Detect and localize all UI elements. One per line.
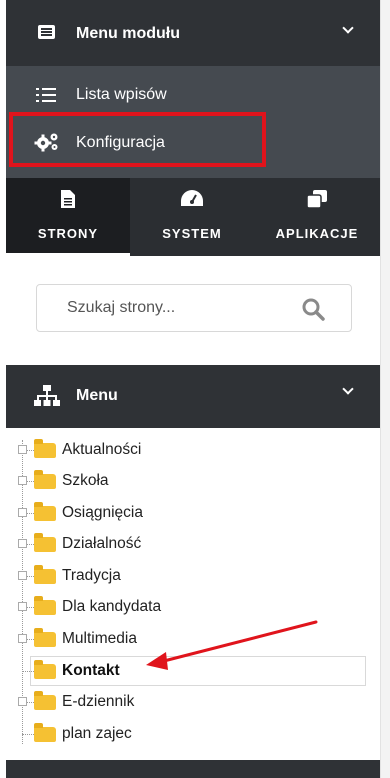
list-icon bbox=[36, 88, 56, 102]
folder-icon bbox=[34, 502, 56, 521]
folder-icon bbox=[34, 628, 56, 647]
menu-header[interactable]: Menu bbox=[6, 365, 380, 428]
tree-item-kontakt[interactable]: Kontakt bbox=[16, 656, 366, 686]
search-placeholder: Szukaj strony... bbox=[67, 299, 176, 316]
menu-tree: Aktualności Szkoła Osiągnięcia Działalno… bbox=[6, 428, 380, 758]
expand-icon[interactable] bbox=[18, 697, 27, 706]
page-edge bbox=[380, 0, 390, 778]
search-input[interactable]: Szukaj strony... bbox=[36, 284, 352, 332]
tree-item-label: Szkoła bbox=[62, 472, 109, 489]
expand-icon[interactable] bbox=[18, 571, 27, 580]
tab-system[interactable]: SYSTEM bbox=[130, 178, 254, 256]
dashboard-icon bbox=[181, 190, 203, 206]
tab-label: STRONY bbox=[37, 226, 99, 241]
search-icon[interactable] bbox=[301, 297, 325, 321]
tree-item-szkola[interactable]: Szkoła bbox=[16, 466, 366, 496]
module-menu-header[interactable]: Menu modułu bbox=[6, 0, 380, 66]
folder-icon bbox=[34, 533, 56, 552]
folder-icon bbox=[34, 439, 56, 458]
folder-icon bbox=[34, 660, 56, 679]
expand-icon[interactable] bbox=[18, 539, 27, 548]
tree-item-label: Aktualności bbox=[62, 441, 142, 458]
expand-icon[interactable] bbox=[18, 602, 27, 611]
folder-icon bbox=[34, 565, 56, 584]
module-item-lista-wpisow[interactable]: Lista wpisów bbox=[6, 70, 380, 118]
tree-item-label: E-dziennik bbox=[62, 693, 135, 710]
tab-label: APLIKACJE bbox=[275, 226, 359, 241]
chevron-down-icon[interactable] bbox=[342, 22, 354, 34]
tree-item-dzialalnosc[interactable]: Działalność bbox=[16, 529, 366, 559]
sitemap-icon bbox=[34, 385, 60, 406]
tree-item-plan-zajec[interactable]: plan zajec bbox=[16, 719, 366, 749]
clone-icon bbox=[307, 190, 327, 208]
bottom-bar bbox=[6, 760, 380, 778]
expand-icon[interactable] bbox=[18, 445, 27, 454]
tree-item-aktualnosci[interactable]: Aktualności bbox=[16, 435, 366, 465]
tree-item-osiagniecia[interactable]: Osiągnięcia bbox=[16, 498, 366, 528]
menu-title: Menu bbox=[76, 387, 118, 404]
folder-icon bbox=[34, 470, 56, 489]
sidebar-panel: Menu modułu Lista wpisów Konfiguracja ST… bbox=[6, 0, 380, 778]
tab-bar: STRONY SYSTEM APLIKACJE bbox=[6, 178, 380, 256]
tree-item-label: Działalność bbox=[62, 535, 142, 552]
expand-icon[interactable] bbox=[18, 476, 27, 485]
tree-item-multimedia[interactable]: Multimedia bbox=[16, 624, 366, 654]
tree-item-label: Tradycja bbox=[62, 567, 121, 584]
tree-item-tradycja[interactable]: Tradycja bbox=[16, 561, 366, 591]
tree-item-label: Kontakt bbox=[62, 662, 120, 679]
annotation-highlight-box bbox=[9, 112, 266, 167]
tree-item-label: Dla kandydata bbox=[62, 598, 162, 615]
list-alt-icon bbox=[38, 25, 55, 39]
chevron-down-icon[interactable] bbox=[342, 383, 354, 395]
tab-strony[interactable]: STRONY bbox=[6, 178, 130, 256]
module-menu-title: Menu modułu bbox=[76, 25, 180, 42]
search-section: Szukaj strony... bbox=[6, 256, 380, 379]
tree-item-label: Osiągnięcia bbox=[62, 504, 143, 521]
tab-label: SYSTEM bbox=[162, 226, 222, 241]
tree-item-dla-kandydata[interactable]: Dla kandydata bbox=[16, 592, 366, 622]
expand-icon[interactable] bbox=[18, 508, 27, 517]
tab-aplikacje[interactable]: APLIKACJE bbox=[254, 178, 380, 256]
module-item-label: Lista wpisów bbox=[76, 86, 167, 103]
folder-icon bbox=[34, 723, 56, 742]
folder-icon bbox=[34, 691, 56, 710]
tree-item-label: Multimedia bbox=[62, 630, 137, 647]
tree-item-label: plan zajec bbox=[62, 725, 132, 742]
file-icon bbox=[61, 190, 75, 208]
expand-icon[interactable] bbox=[18, 634, 27, 643]
tree-item-e-dziennik[interactable]: E-dziennik bbox=[16, 687, 366, 717]
folder-icon bbox=[34, 596, 56, 615]
